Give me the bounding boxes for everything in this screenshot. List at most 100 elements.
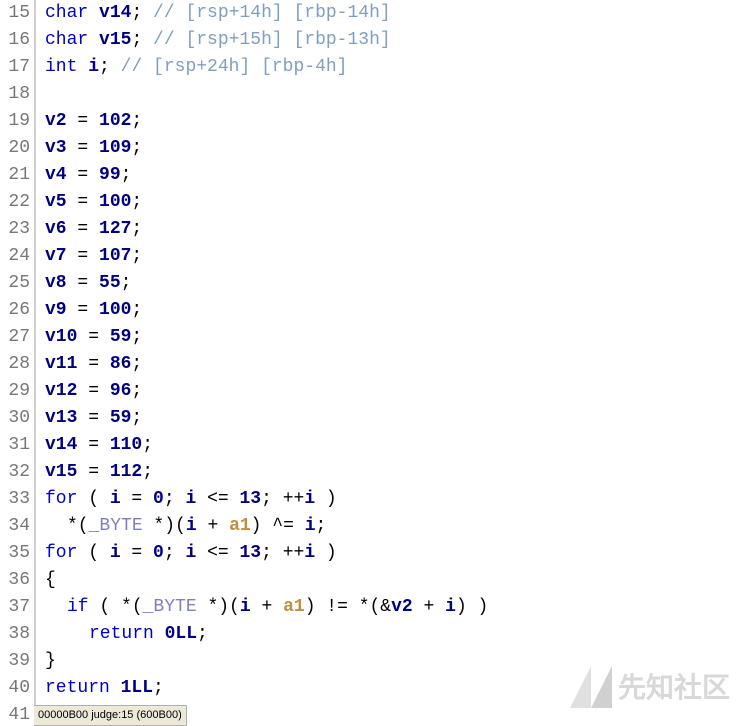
identifier: v15 [45, 462, 77, 482]
line-number: 29 [0, 378, 30, 405]
number: 55 [99, 273, 121, 293]
line-number: 27 [0, 324, 30, 351]
code-line[interactable]: v12 = 96; [34, 378, 142, 405]
line-number: 36 [0, 567, 30, 594]
comment: // [rsp+24h] [rbp-4h] [121, 57, 348, 77]
line-number: 30 [0, 405, 30, 432]
keyword: if [67, 597, 89, 617]
identifier: v8 [45, 273, 67, 293]
identifier: v11 [45, 354, 77, 374]
identifier: v15 [99, 30, 131, 50]
identifier: i [185, 543, 196, 563]
code-line[interactable]: v2 = 102; [34, 108, 142, 135]
parameter: a1 [283, 597, 305, 617]
identifier: i [186, 516, 197, 536]
identifier: i [110, 489, 121, 509]
identifier: v9 [45, 300, 67, 320]
number: 112 [110, 462, 142, 482]
code-line[interactable]: { [34, 567, 56, 594]
code-line[interactable]: } [34, 648, 56, 675]
line-number: 33 [0, 486, 30, 513]
code-line[interactable]: char v15; // [rsp+15h] [rbp-13h] [34, 27, 391, 54]
number: 1LL [121, 678, 153, 698]
keyword: char [45, 3, 88, 23]
code-line[interactable]: v8 = 55; [34, 270, 131, 297]
line-number: 41 [0, 702, 30, 726]
code-line[interactable]: v6 = 127; [34, 216, 142, 243]
editor-viewport: 15 16 17 18 19 20 21 22 23 24 25 26 27 2… [0, 0, 736, 726]
number: 100 [99, 192, 131, 212]
keyword: return [45, 678, 110, 698]
code-line[interactable]: v15 = 112; [34, 459, 153, 486]
identifier: v2 [45, 111, 67, 131]
line-number: 17 [0, 54, 30, 81]
code-line[interactable]: *(_BYTE *)(i + a1) ^= i; [34, 513, 326, 540]
number: 13 [239, 489, 261, 509]
status-bar: 00000B00 judge:15 (600B00) [34, 705, 187, 726]
line-number: 35 [0, 540, 30, 567]
identifier: v14 [99, 3, 131, 23]
line-number: 39 [0, 648, 30, 675]
number: 59 [110, 408, 132, 428]
number: 102 [99, 111, 131, 131]
line-number: 22 [0, 189, 30, 216]
parameter: a1 [229, 516, 251, 536]
line-number: 15 [0, 0, 30, 27]
identifier: v10 [45, 327, 77, 347]
number: 110 [110, 435, 142, 455]
identifier: i [445, 597, 456, 617]
line-number: 24 [0, 243, 30, 270]
code-line[interactable]: return 1LL; [34, 675, 164, 702]
identifier: v14 [45, 435, 77, 455]
keyword: char [45, 30, 88, 50]
code-line[interactable]: v4 = 99; [34, 162, 131, 189]
keyword: for [45, 489, 77, 509]
code-line[interactable]: v11 = 86; [34, 351, 142, 378]
identifier: v5 [45, 192, 67, 212]
identifier: i [305, 516, 316, 536]
code-line[interactable]: char v14; // [rsp+14h] [rbp-14h] [34, 0, 391, 27]
identifier: v7 [45, 246, 67, 266]
comment: // [rsp+14h] [rbp-14h] [153, 3, 391, 23]
keyword: for [45, 543, 77, 563]
line-number: 23 [0, 216, 30, 243]
code-line[interactable]: v14 = 110; [34, 432, 153, 459]
number: 59 [110, 327, 132, 347]
identifier: v4 [45, 165, 67, 185]
identifier: i [304, 543, 315, 563]
watermark-text: 先知社区 [618, 674, 730, 701]
number: 107 [99, 246, 131, 266]
number: 0 [153, 543, 164, 563]
code-line[interactable]: v9 = 100; [34, 297, 142, 324]
type: _BYTE [143, 597, 197, 617]
line-number: 40 [0, 675, 30, 702]
identifier: v3 [45, 138, 67, 158]
line-number: 37 [0, 594, 30, 621]
code-line[interactable]: v5 = 100; [34, 189, 142, 216]
code-line[interactable]: return 0LL; [34, 621, 208, 648]
identifier: v2 [391, 597, 413, 617]
code-line[interactable]: v7 = 107; [34, 243, 142, 270]
identifier: v6 [45, 219, 67, 239]
number: 99 [99, 165, 121, 185]
watermark-icon [570, 666, 612, 708]
line-number: 21 [0, 162, 30, 189]
number: 0LL [165, 624, 197, 644]
code-line[interactable]: for ( i = 0; i <= 13; ++i ) [34, 540, 337, 567]
line-number: 26 [0, 297, 30, 324]
number: 0 [153, 489, 164, 509]
code-line[interactable]: int i; // [rsp+24h] [rbp-4h] [34, 54, 347, 81]
number: 13 [239, 543, 261, 563]
code-line[interactable]: if ( *(_BYTE *)(i + a1) != *(&v2 + i) ) [34, 594, 488, 621]
code-line[interactable]: v13 = 59; [34, 405, 142, 432]
code-line[interactable]: v3 = 109; [34, 135, 142, 162]
line-number: 38 [0, 621, 30, 648]
code-line[interactable]: for ( i = 0; i <= 13; ++i ) [34, 486, 337, 513]
line-number-gutter: 15 16 17 18 19 20 21 22 23 24 25 26 27 2… [0, 0, 34, 726]
line-number: 20 [0, 135, 30, 162]
line-number: 18 [0, 81, 30, 108]
code-line[interactable]: v10 = 59; [34, 324, 142, 351]
line-number: 25 [0, 270, 30, 297]
type: _BYTE [89, 516, 143, 536]
number: 86 [110, 354, 132, 374]
